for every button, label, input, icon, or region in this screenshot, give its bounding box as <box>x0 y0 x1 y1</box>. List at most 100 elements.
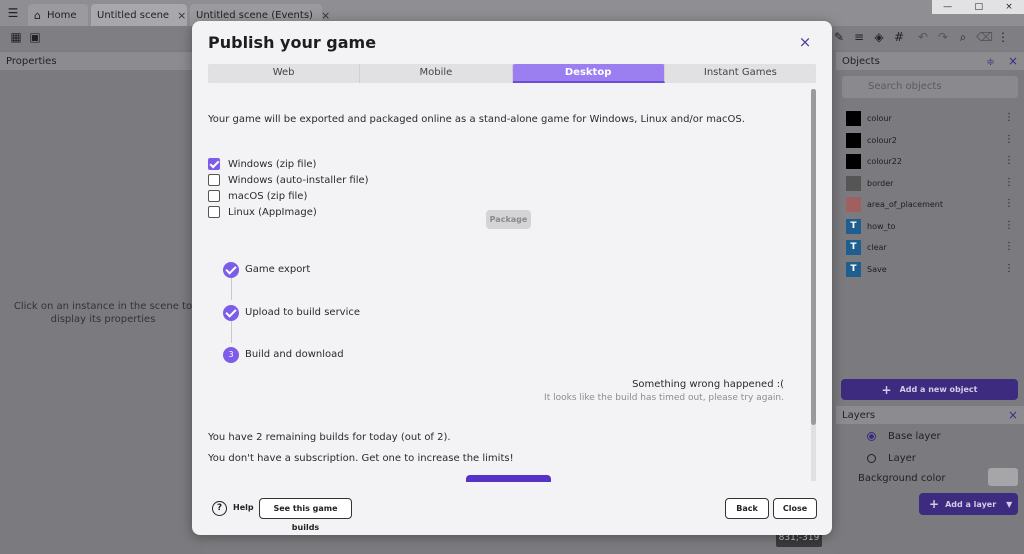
minimize-icon[interactable]: — <box>943 2 952 12</box>
layer-name[interactable]: Layer <box>888 453 916 464</box>
more-icon[interactable]: ⋮ <box>996 30 1010 44</box>
button-label: Add a layer <box>945 499 997 509</box>
target-linux-appimage[interactable]: Linux (AppImage) <box>208 205 317 219</box>
panel-header: Layers × <box>836 406 1024 424</box>
platform-tabs: Web Mobile Desktop Instant Games <box>208 64 816 83</box>
properties-panel: Properties ⋮ Click on an instance in the… <box>0 52 204 554</box>
list-item[interactable]: Tclear ⋮ <box>836 237 1024 259</box>
tab-label: Home <box>46 9 77 21</box>
color-square-icon <box>846 111 861 127</box>
add-layer-button[interactable]: + Add a layer ▼ <box>919 493 1018 515</box>
target-windows-zip[interactable]: Windows (zip file) <box>208 157 316 171</box>
list-item[interactable]: colour ⋮ <box>836 108 1024 130</box>
step-upload: Upload to build service <box>223 304 360 321</box>
search-objects-input[interactable]: Search objects <box>842 76 1018 98</box>
panel-title: Layers <box>842 409 876 421</box>
object-name: clear <box>867 243 887 253</box>
more-icon[interactable]: ⋮ <box>1004 241 1014 252</box>
target-macos-zip[interactable]: macOS (zip file) <box>208 189 307 203</box>
zoom-icon[interactable]: ⌕ <box>956 30 970 44</box>
list-item[interactable]: Thow_to ⋮ <box>836 216 1024 238</box>
close-icon[interactable]: × <box>321 9 330 22</box>
background-color-swatch[interactable] <box>988 468 1018 486</box>
remaining-builds-text: You have 2 remaining builds for today (o… <box>208 432 451 443</box>
maximize-icon[interactable]: □ <box>974 2 983 12</box>
list-item[interactable]: T Save ⋮ <box>836 259 1024 281</box>
error-title: Something wrong happened :( <box>632 379 784 390</box>
plus-icon: + <box>929 497 940 511</box>
more-icon[interactable]: ⋮ <box>1004 263 1014 274</box>
get-subscription-button[interactable] <box>466 475 551 482</box>
delete-icon[interactable]: ⌫ <box>976 30 993 44</box>
checkbox[interactable] <box>208 174 220 186</box>
close-icon[interactable]: × <box>1008 408 1018 422</box>
layers-icon[interactable]: ◈ <box>872 30 886 44</box>
list-item[interactable]: colour22 ⋮ <box>836 151 1024 173</box>
tab-home[interactable]: ⌂ Home <box>28 4 88 26</box>
step-label: Upload to build service <box>245 307 361 318</box>
objects-panel: Objects ≑ × Search objects colour ⋮ colour… <box>836 52 1024 404</box>
checkbox-label: Windows (zip file) <box>228 158 317 170</box>
scrollbar-thumb[interactable] <box>811 89 816 425</box>
close-icon[interactable]: × <box>798 35 812 50</box>
more-icon[interactable]: ⋮ <box>1004 177 1014 188</box>
subscription-note: You don't have a subscription. Get one t… <box>208 453 514 464</box>
checkbox[interactable] <box>208 190 220 202</box>
object-name: colour <box>867 114 892 124</box>
layer-row-base[interactable]: Base layer <box>836 426 1024 446</box>
add-object-button[interactable]: + Add a new object <box>841 379 1018 400</box>
close-icon[interactable]: × <box>1008 54 1018 68</box>
checkbox-label: Linux (AppImage) <box>228 206 317 218</box>
tab-instant-games[interactable]: Instant Games <box>665 64 816 83</box>
help-label[interactable]: Help <box>233 503 254 512</box>
tab-web[interactable]: Web <box>208 64 361 83</box>
window-close-icon[interactable]: × <box>1005 2 1013 12</box>
list-icon[interactable]: ≡ <box>852 30 866 44</box>
dialog-footer: ? Help See this game builds Back Close <box>192 491 832 535</box>
checkbox[interactable] <box>208 206 220 218</box>
layers-panel: Layers × Base layer Layer Background col… <box>836 406 1024 554</box>
more-icon[interactable]: ⋮ <box>1004 155 1014 166</box>
tab-label: Untitled scene <box>97 9 170 21</box>
layer-radio[interactable] <box>867 453 876 463</box>
help-icon[interactable]: ? <box>212 501 227 516</box>
more-icon[interactable]: ⋮ <box>1004 134 1014 145</box>
layer-name[interactable]: Base layer <box>888 431 941 442</box>
back-button[interactable]: Back <box>725 498 769 519</box>
more-icon[interactable]: ⋮ <box>1004 198 1014 209</box>
tab-untitled-scene[interactable]: Untitled scene × <box>91 4 187 26</box>
redo-icon[interactable]: ↷ <box>936 30 950 44</box>
chevron-down-icon[interactable]: ▼ <box>1006 500 1012 509</box>
tab-mobile[interactable]: Mobile <box>360 64 513 83</box>
list-item[interactable]: area_of_placement ⋮ <box>836 194 1024 216</box>
edit-icon[interactable]: ✎ <box>832 30 846 44</box>
text-object-icon: T <box>846 261 861 277</box>
text-object-icon: T <box>846 240 861 256</box>
list-item[interactable]: border ⋮ <box>836 173 1024 195</box>
step-game-export: Game export <box>223 261 310 278</box>
panels-icon[interactable]: ▦ <box>9 30 23 44</box>
filter-icon[interactable]: ≑ <box>986 57 994 68</box>
hamburger-menu-icon[interactable]: ☰ <box>6 6 20 20</box>
see-game-builds-button[interactable]: See this game builds <box>259 498 352 532</box>
step-number-badge: 3 <box>223 346 239 363</box>
save-icon[interactable]: ▣ <box>28 30 42 44</box>
target-windows-installer[interactable]: Windows (auto-installer file) <box>208 173 369 187</box>
button-label: Add a new object <box>899 385 978 394</box>
export-description: Your game will be exported and packaged … <box>208 114 745 125</box>
close-button[interactable]: Close <box>773 498 817 519</box>
undo-icon[interactable]: ↶ <box>916 30 930 44</box>
checkbox[interactable] <box>208 158 220 170</box>
error-description: It looks like the build has timed out, p… <box>544 393 784 403</box>
package-button[interactable]: Package <box>486 210 531 229</box>
step-label: Build and download <box>245 349 344 360</box>
layer-radio[interactable] <box>867 431 876 441</box>
tab-desktop[interactable]: Desktop <box>512 64 665 83</box>
layer-row-layer[interactable]: Layer <box>836 448 1024 468</box>
more-icon[interactable]: ⋮ <box>1004 112 1014 123</box>
grid-icon[interactable]: # <box>892 30 906 44</box>
step-label: Game export <box>245 264 311 275</box>
list-item[interactable]: colour2 ⋮ <box>836 130 1024 152</box>
more-icon[interactable]: ⋮ <box>1004 220 1014 231</box>
close-icon[interactable]: × <box>177 9 186 22</box>
